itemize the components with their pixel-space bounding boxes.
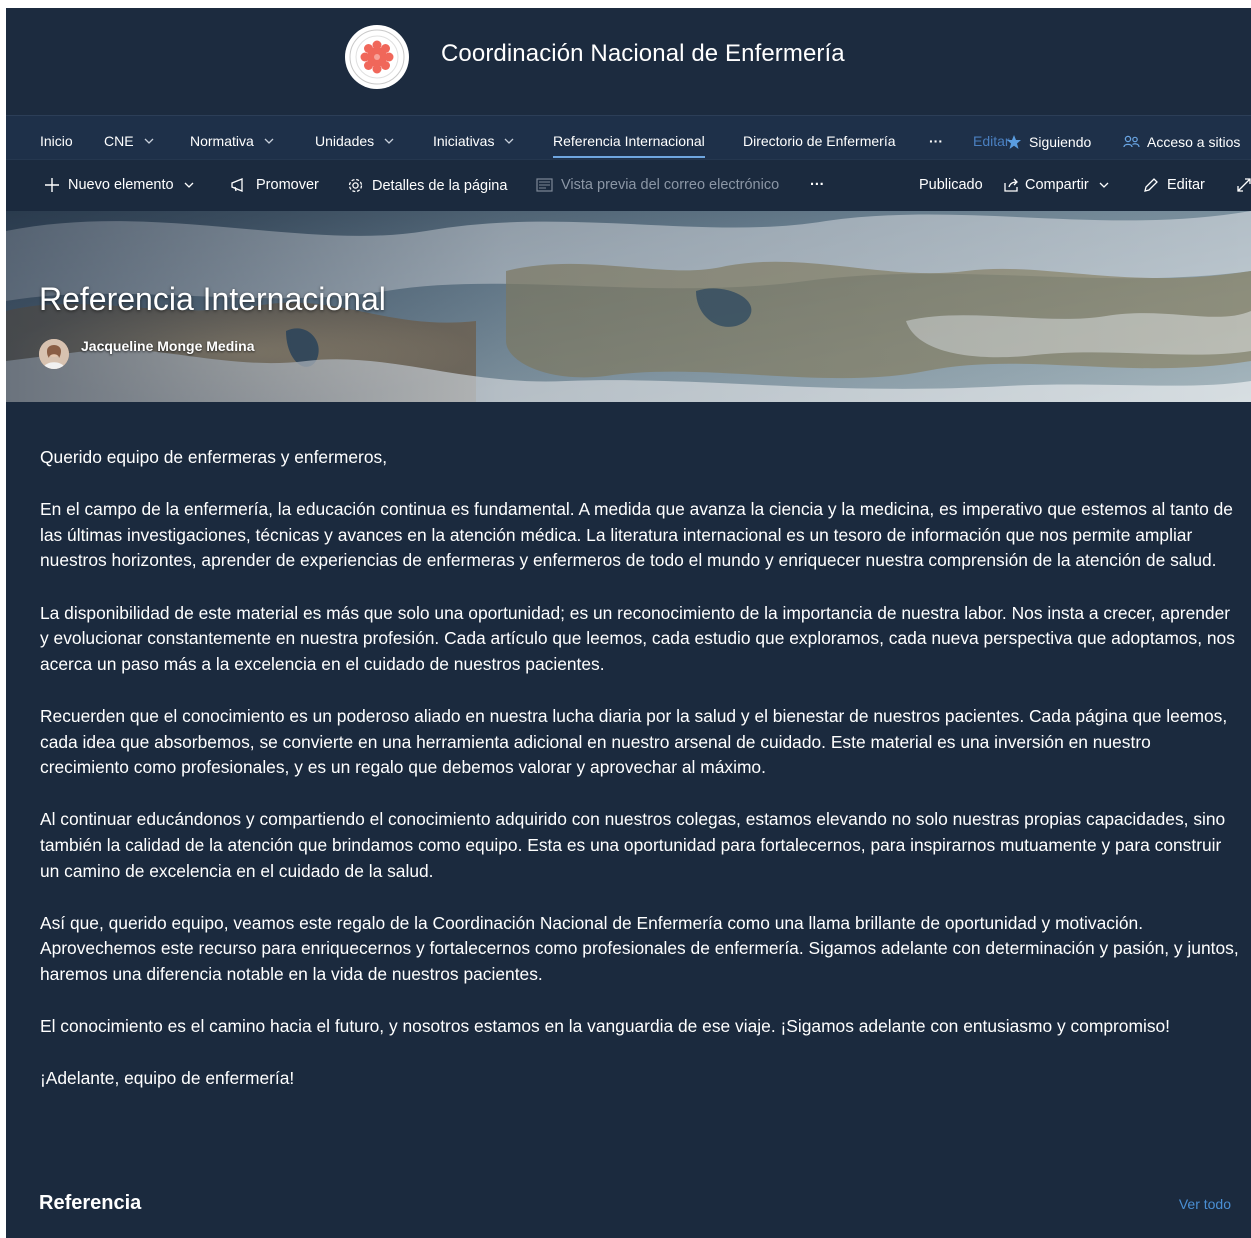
nav-edit-link[interactable]: Editar xyxy=(973,133,1010,149)
nav-item-cne[interactable]: CNE xyxy=(104,133,155,149)
people-icon xyxy=(1123,135,1140,148)
chevron-down-icon xyxy=(264,138,274,144)
share-icon xyxy=(1004,178,1018,192)
new-item-button[interactable]: Nuevo elemento xyxy=(44,177,195,193)
chevron-down-icon xyxy=(505,138,514,144)
nav-item-unidades[interactable]: Unidades xyxy=(315,133,395,149)
expand-icon xyxy=(1237,178,1251,192)
nav-item-label: Unidades xyxy=(315,133,375,149)
command-more-button[interactable]: ··· xyxy=(810,177,825,193)
nav-item-iniciativas[interactable]: Iniciativas xyxy=(433,133,515,149)
follow-button[interactable]: Siguiendo xyxy=(1006,134,1091,150)
page-hero: Referencia Internacional xyxy=(6,211,1251,402)
expand-button[interactable] xyxy=(1236,177,1251,193)
nav-item-label: CNE xyxy=(104,133,134,149)
nav-item-inicio[interactable]: Inicio xyxy=(40,133,73,149)
nav-item-label: Inicio xyxy=(40,133,73,149)
referencia-section-header: Referencia Ver todo xyxy=(39,1192,1231,1216)
star-filled-icon xyxy=(1007,135,1021,149)
promote-button[interactable]: Promover xyxy=(230,177,319,193)
site-access-label: Acceso a sitios xyxy=(1147,134,1241,150)
edit-button[interactable]: Editar xyxy=(1143,177,1205,193)
nav-item-directorio[interactable]: Directorio de Enfermería xyxy=(743,133,896,149)
site-title[interactable]: Coordinación Nacional de Enfermería xyxy=(441,40,845,68)
page-details-label: Detalles de la página xyxy=(372,177,508,194)
chevron-down-icon xyxy=(184,182,194,188)
command-bar: Nuevo elemento Promover Detalles de la p… xyxy=(6,159,1251,212)
email-preview-label: Vista previa del correo electrónico xyxy=(561,177,780,193)
site-navigation: Inicio CNE Normativa Unidades Iniciativa… xyxy=(6,115,1251,160)
section-title: Referencia xyxy=(39,1192,142,1214)
page-title: Referencia Internacional xyxy=(39,281,386,317)
author-name[interactable]: Jacqueline Monge Medina xyxy=(81,338,254,354)
paragraph: En el campo de la enfermería, la educaci… xyxy=(40,499,1233,571)
page-content: Querido equipo de enfermeras y enfermero… xyxy=(40,445,1240,1118)
cne-seal-icon xyxy=(349,29,405,85)
email-preview-icon xyxy=(536,178,553,192)
pencil-icon xyxy=(1144,178,1158,192)
nav-item-normativa[interactable]: Normativa xyxy=(190,133,275,149)
megaphone-icon xyxy=(231,178,243,192)
nav-item-label: Iniciativas xyxy=(433,133,495,149)
paragraph: ¡Adelante, equipo de enfermería! xyxy=(40,1068,295,1089)
see-all-link[interactable]: Ver todo xyxy=(1179,1196,1231,1212)
email-preview-button[interactable]: Vista previa del correo electrónico xyxy=(536,177,779,193)
paragraph: Recuerden que el conocimiento es un pode… xyxy=(40,705,1228,778)
paragraph: Al continuar educándonos y compartiendo … xyxy=(40,809,1226,881)
paragraph: Así que, querido equipo, veamos este reg… xyxy=(40,912,1239,984)
site-access-button[interactable]: Acceso a sitios xyxy=(1123,134,1240,150)
nav-item-referencia-internacional[interactable]: Referencia Internacional xyxy=(553,133,705,158)
nav-item-label: Referencia Internacional xyxy=(553,133,705,149)
paragraph: La disponibilidad de este material es má… xyxy=(40,602,1235,674)
follow-label: Siguiendo xyxy=(1029,134,1092,150)
chevron-down-icon xyxy=(384,138,394,144)
author-avatar[interactable] xyxy=(39,339,69,369)
nav-item-label: Normativa xyxy=(190,133,254,149)
site-logo[interactable] xyxy=(345,25,409,89)
chevron-down-icon xyxy=(144,138,154,144)
published-status: Publicado xyxy=(919,177,983,193)
chevron-down-icon xyxy=(1099,182,1109,188)
person-photo-icon xyxy=(39,339,69,369)
page-details-button[interactable]: Detalles de la página xyxy=(347,177,507,194)
sharepoint-page: Coordinación Nacional de Enfermería Inic… xyxy=(6,8,1251,1238)
paragraph: El conocimiento es el camino hacia el fu… xyxy=(40,1016,1171,1037)
new-item-label: Nuevo elemento xyxy=(68,177,174,193)
site-header: Coordinación Nacional de Enfermería xyxy=(6,8,1251,115)
plus-icon xyxy=(45,178,59,192)
edit-label: Editar xyxy=(1167,177,1205,193)
share-label: Compartir xyxy=(1025,177,1089,193)
share-button[interactable]: Compartir xyxy=(1003,177,1110,193)
gear-icon xyxy=(348,178,363,193)
nav-more-button[interactable]: ··· xyxy=(929,133,943,149)
nav-item-label: Directorio de Enfermería xyxy=(743,133,896,149)
promote-label: Promover xyxy=(256,177,319,193)
paragraph: Querido equipo de enfermeras y enfermero… xyxy=(40,447,388,467)
